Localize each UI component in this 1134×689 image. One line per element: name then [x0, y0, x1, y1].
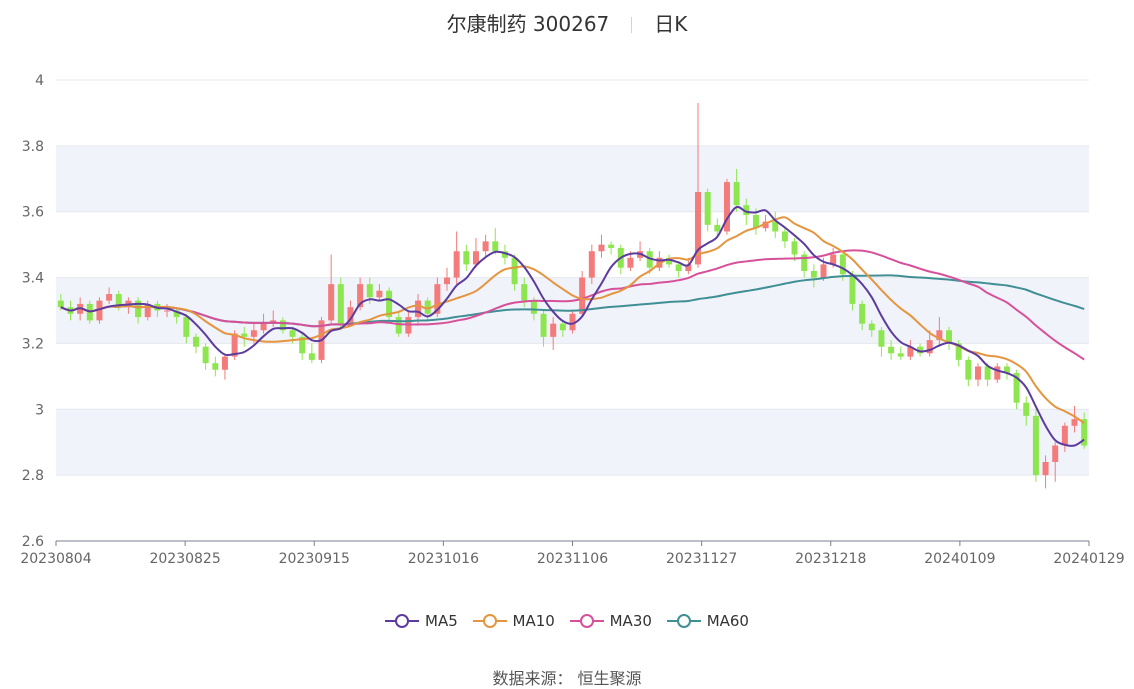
candle-body [1061, 425, 1068, 446]
candle-body [260, 323, 267, 331]
x-tick-label: 20231106 [537, 551, 608, 567]
candle-body [1052, 445, 1059, 462]
y-tick-label: 2.8 [22, 468, 44, 484]
candle-body [791, 241, 798, 255]
candle-body [540, 313, 547, 337]
data-source: 数据来源： 恒生聚源 [492, 669, 642, 688]
candle-body [366, 284, 373, 298]
legend-symbol-ma60 [666, 614, 701, 628]
candle-body [183, 317, 190, 337]
candle-body [550, 323, 557, 337]
legend: MA5 MA10 MA30 MA60 [0, 612, 1134, 633]
candle-body [1071, 419, 1078, 426]
candle-body [521, 284, 528, 301]
candle-body [202, 346, 209, 364]
candle-body [888, 346, 895, 354]
x-tick-label: 20231127 [666, 551, 737, 567]
candle-body [482, 241, 489, 252]
candle-body [192, 336, 199, 347]
candle-body [289, 330, 296, 337]
candle-body [530, 300, 537, 314]
candle-body [839, 254, 846, 275]
candle-body [395, 317, 402, 334]
candle-body [212, 363, 219, 370]
candle-body [376, 290, 383, 298]
legend-item-ma5[interactable]: MA5 [385, 612, 458, 630]
y-tick-label: 4 [35, 73, 44, 89]
legend-label-ma30: MA30 [609, 612, 652, 630]
candle-body [675, 264, 682, 271]
candle-body [994, 366, 1001, 380]
legend-label-ma5: MA5 [425, 612, 458, 630]
candle-body [579, 277, 586, 314]
x-tick-label: 20231016 [408, 551, 479, 567]
candle-body [849, 274, 856, 304]
candle-body [221, 356, 228, 370]
candle-body [781, 231, 788, 242]
candle-body [241, 333, 248, 337]
candlestick-chart: 4 3.8 3.6 3.4 3.2 3 2.8 2.620230804 20230825 2023… [20, 73, 1124, 567]
candle-body [492, 241, 499, 252]
legend-item-ma30[interactable]: MA30 [569, 612, 652, 630]
plot-band [56, 409, 1089, 476]
x-tick-label: 20231218 [795, 551, 866, 567]
candle-body [810, 270, 817, 278]
y-tick-label: 3.2 [22, 336, 44, 352]
candle-body [588, 251, 595, 278]
legend-symbol-ma10 [472, 614, 507, 628]
candle-body [820, 264, 827, 278]
y-tick-label: 3.8 [22, 139, 44, 155]
legend-item-ma60[interactable]: MA60 [666, 612, 749, 630]
candle-body [337, 284, 344, 324]
candle-body [733, 182, 740, 206]
candle-body [1032, 415, 1039, 476]
y-tick-label: 3 [35, 402, 44, 418]
candle-body [308, 353, 315, 360]
candle-body [627, 257, 634, 268]
candle-body [463, 251, 470, 265]
candle-body [328, 284, 335, 321]
legend-symbol-ma30 [569, 614, 604, 628]
candle-body [250, 330, 257, 337]
candle-body [608, 244, 615, 248]
legend-label-ma60: MA60 [706, 612, 749, 630]
candle-body [1042, 461, 1049, 476]
candle-body [714, 224, 721, 232]
candle-body [57, 300, 64, 308]
legend-item-ma10[interactable]: MA10 [472, 612, 555, 630]
x-tick-label: 20230825 [149, 551, 220, 567]
candle-body [559, 323, 566, 331]
legend-label-ma10: MA10 [512, 612, 555, 630]
candle-body [897, 353, 904, 357]
x-tick-label: 20240129 [1053, 551, 1124, 567]
x-tick-label: 20230804 [20, 551, 91, 567]
legend-symbol-ma5 [385, 614, 419, 628]
candle-body [974, 366, 981, 380]
candle-body [965, 359, 972, 380]
candle-body [878, 330, 885, 347]
plot-band [56, 145, 1089, 212]
candle-body [984, 366, 991, 380]
candle-body [1023, 402, 1030, 416]
candle-body [444, 277, 450, 285]
candle-body [704, 191, 711, 225]
y-tick-label: 3.6 [22, 205, 44, 221]
candle-body [511, 257, 518, 285]
y-tick-label: 3.4 [22, 271, 44, 287]
x-tick-label: 20240109 [924, 551, 995, 567]
candle-body [598, 244, 605, 252]
candle-body [859, 303, 866, 324]
candle-body [453, 251, 460, 278]
candle-body [868, 323, 875, 331]
candle-body [164, 310, 171, 312]
candle-body [415, 300, 422, 318]
x-tick-label: 20230915 [279, 551, 350, 567]
candle-body [106, 294, 113, 301]
y-tick-label: 2.6 [22, 534, 44, 550]
